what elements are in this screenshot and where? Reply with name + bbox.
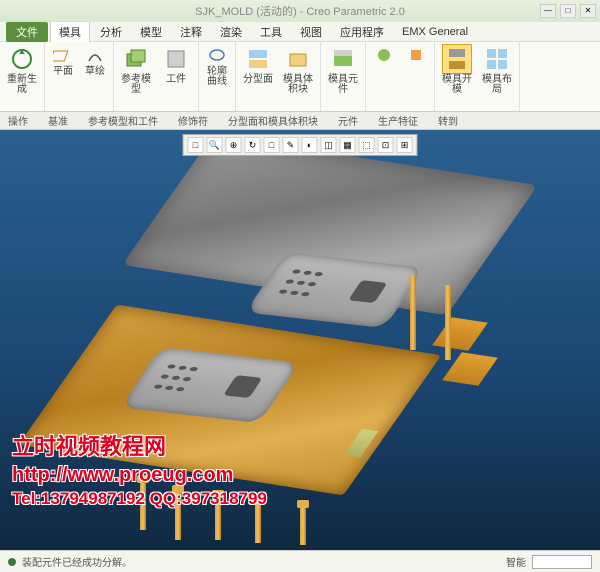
watermark-line3: Tel:13794987192 QQ:397318799 [12, 488, 267, 510]
sublabel-goto: 转到 [438, 113, 458, 128]
refmodel-button[interactable]: 参考模型 [118, 44, 154, 95]
tab-apps[interactable]: 应用程序 [332, 22, 392, 42]
vt-btn-1[interactable]: 🔍 [207, 137, 223, 153]
ribbon-group-datum: 平面 草绘 [45, 42, 114, 111]
plane-button[interactable]: 平面 [49, 44, 77, 77]
tab-model[interactable]: 模型 [132, 22, 170, 42]
ribbon-group-operate: 重新生成 [0, 42, 45, 111]
tab-emx[interactable]: EMX General [394, 24, 476, 40]
sublabel-datum: 基准 [48, 113, 68, 128]
status-input[interactable] [532, 555, 592, 569]
3d-viewport[interactable]: □ 🔍 ⊕ ↻ □ ✎ ◐ ◫ ▦ ⬚ ⊡ ⊞ [0, 130, 600, 550]
window-title: SJK_MOLD (活动的) - Creo Parametric 2.0 [195, 3, 405, 19]
silhouette-icon [206, 44, 228, 66]
watermark: 立时视频教程网 http://www.proeug.com Tel:137949… [12, 433, 267, 510]
regenerate-icon [7, 44, 37, 74]
title-bar: SJK_MOLD (活动的) - Creo Parametric 2.0 — □… [0, 0, 600, 22]
vt-btn-6[interactable]: ◐ [302, 137, 318, 153]
ribbon-group-component: 模具元件 [321, 42, 366, 111]
guide-pin [410, 275, 416, 350]
file-menu[interactable]: 文件 [6, 22, 48, 42]
mold-layout-icon [482, 44, 512, 74]
ribbon-group-prod [366, 42, 435, 111]
ejector-pin [300, 500, 306, 545]
vt-btn-3[interactable]: ↻ [245, 137, 261, 153]
tab-mold[interactable]: 模具 [50, 21, 90, 42]
ribbon-sub-labels: 操作 基准 参考模型和工件 修饰符 分型面和模具体积块 元件 生产特征 转到 [0, 112, 600, 130]
prod2-icon [405, 44, 427, 66]
vt-btn-11[interactable]: ⊞ [397, 137, 413, 153]
ribbon-group-refmodel: 参考模型 工件 [114, 42, 199, 111]
silhouette-button[interactable]: 轮廓曲线 [203, 44, 231, 87]
watermark-line1: 立时视频教程网 [12, 433, 267, 462]
mold-open-icon [442, 44, 472, 74]
prod1-icon [373, 44, 395, 66]
workpiece-button[interactable]: 工件 [158, 44, 194, 85]
tab-annotate[interactable]: 注释 [172, 22, 210, 42]
sublabel-refmodel: 参考模型和工件 [88, 113, 158, 128]
watermark-line2: http://www.proeug.com [12, 462, 267, 488]
mold-open-button[interactable]: 模具开模 [439, 44, 475, 95]
volume-button[interactable]: 模具体积块 [280, 44, 316, 95]
regenerate-button[interactable]: 重新生成 [4, 44, 40, 95]
workpiece-icon [161, 44, 191, 74]
menu-bar: 文件 模具 分析 模型 注释 渲染 工具 视图 应用程序 EMX General [0, 22, 600, 42]
sketch-icon [84, 44, 106, 66]
ribbon-group-parting: 分型面 模具体积块 [236, 42, 321, 111]
minimize-button[interactable]: — [540, 4, 556, 18]
sublabel-trim: 修饰符 [178, 113, 208, 128]
vt-btn-0[interactable]: □ [188, 137, 204, 153]
guide-pin [445, 285, 451, 360]
tab-view[interactable]: 视图 [292, 22, 330, 42]
sketch-button[interactable]: 草绘 [81, 44, 109, 77]
slider-block-1 [432, 317, 488, 351]
sublabel-prod: 生产特征 [378, 113, 418, 128]
window-controls: — □ ✕ [540, 4, 596, 18]
vt-btn-5[interactable]: ✎ [283, 137, 299, 153]
sublabel-parting: 分型面和模具体积块 [228, 113, 318, 128]
parting-button[interactable]: 分型面 [240, 44, 276, 85]
vt-btn-4[interactable]: □ [264, 137, 280, 153]
component-button[interactable]: 模具元件 [325, 44, 361, 95]
ribbon-group-goto: 模具开模 模具布局 [435, 42, 520, 111]
vt-btn-10[interactable]: ⊡ [378, 137, 394, 153]
vt-btn-8[interactable]: ▦ [340, 137, 356, 153]
sublabel-component: 元件 [338, 113, 358, 128]
viewport-toolbar: □ 🔍 ⊕ ↻ □ ✎ ◐ ◫ ▦ ⬚ ⊡ ⊞ [183, 134, 418, 156]
sublabel-operate: 操作 [8, 113, 28, 128]
tab-analysis[interactable]: 分析 [92, 22, 130, 42]
component-icon [328, 44, 358, 74]
vt-btn-9[interactable]: ⬚ [359, 137, 375, 153]
status-indicator-icon [8, 558, 16, 566]
refmodel-icon [121, 44, 151, 74]
status-bar: 装配元件已经成功分解。 智能 [0, 550, 600, 572]
parting-icon [243, 44, 273, 74]
maximize-button[interactable]: □ [560, 4, 576, 18]
status-message: 装配元件已经成功分解。 [22, 554, 132, 569]
close-button[interactable]: ✕ [580, 4, 596, 18]
volume-icon [283, 44, 313, 74]
ribbon: 重新生成 平面 草绘 参考模型 工件 [0, 42, 600, 112]
tab-tools[interactable]: 工具 [252, 22, 290, 42]
status-right-label: 智能 [506, 554, 526, 569]
ribbon-group-trim: 轮廓曲线 [199, 42, 236, 111]
vt-btn-7[interactable]: ◫ [321, 137, 337, 153]
tab-render[interactable]: 渲染 [212, 22, 250, 42]
mold-layout-button[interactable]: 模具布局 [479, 44, 515, 95]
plane-icon [52, 44, 74, 66]
prod1-button[interactable] [370, 44, 398, 66]
vt-btn-2[interactable]: ⊕ [226, 137, 242, 153]
prod2-button[interactable] [402, 44, 430, 66]
